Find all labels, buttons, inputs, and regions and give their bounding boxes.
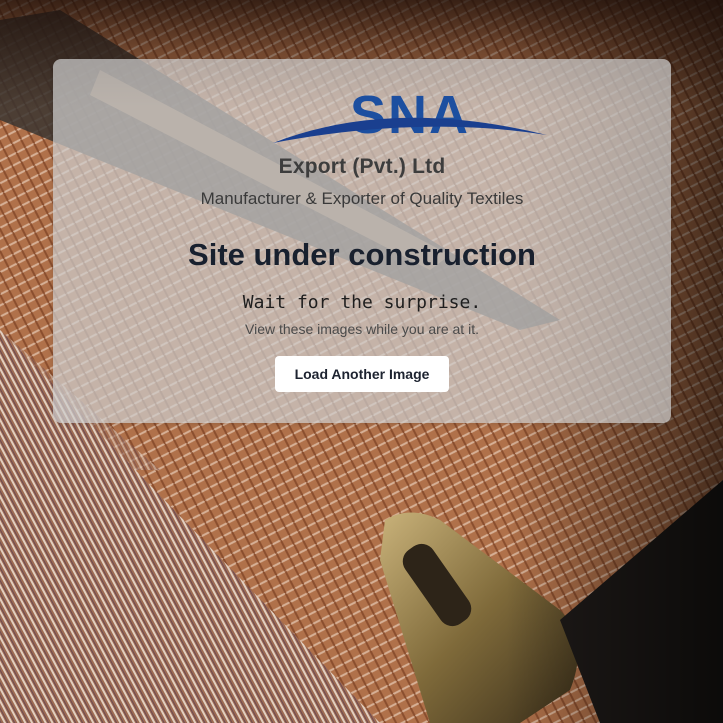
company-tagline: Manufacturer & Exporter of Quality Texti… (200, 189, 524, 208)
construction-card: SNA Export (Pvt.) Ltd Manufacturer & Exp… (53, 59, 671, 423)
page-headline: Site under construction (188, 237, 536, 272)
logo-wordmark: SNA (350, 87, 470, 145)
company-name: Export (Pvt.) Ltd (278, 155, 446, 178)
surprise-message: Wait for the surprise. (242, 292, 482, 313)
load-another-image-button[interactable]: Load Another Image (275, 356, 449, 392)
company-logo: SNA (271, 85, 549, 149)
images-note: View these images while you are at it. (245, 321, 479, 337)
